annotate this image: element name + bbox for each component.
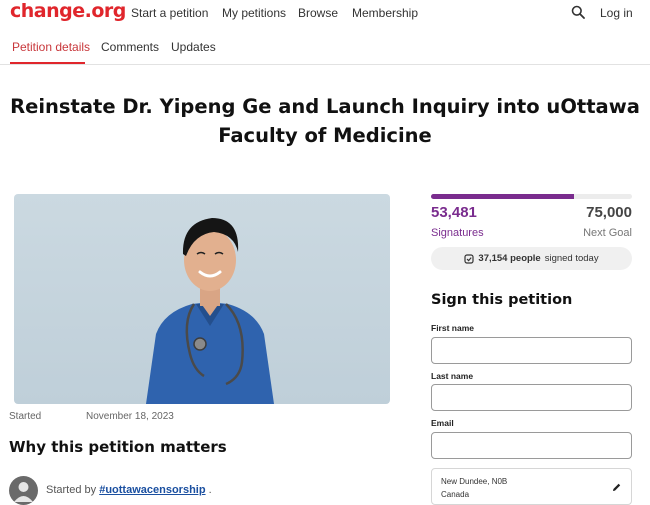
login-link[interactable]: Log in [600,6,633,20]
started-by-suffix: . [208,484,212,496]
avatar [9,476,38,505]
petition-title-line-2: Faculty of Medicine [218,124,432,147]
starter-link[interactable]: #uottawacensorship [99,484,205,496]
email-label: Email [431,418,454,428]
goal-label: Next Goal [583,227,632,239]
nav-my-petitions[interactable]: My petitions [222,6,286,20]
started-by: Started by #uottawacensorship . [46,484,212,496]
location-city: New Dundee, N0B [441,477,508,486]
signature-count: 53,481 [431,204,477,221]
signature-progress-bar [431,194,632,199]
petition-sign-icon [464,253,475,264]
nav-browse[interactable]: Browse [298,6,338,20]
first-name-label: First name [431,323,474,333]
petition-title-line-1: Reinstate Dr. Yipeng Ge and Launch Inqui… [10,95,640,118]
why-heading: Why this petition matters [9,438,227,456]
change-org-logo[interactable]: change.org [10,0,126,22]
signed-today-badge: 37,154 people signed today [431,247,632,270]
signature-progress-fill [431,194,575,199]
petition-tabs: Petition details Comments Updates [0,30,650,65]
first-name-field[interactable] [431,337,632,364]
petition-photo-illustration [146,218,274,404]
started-date: November 18, 2023 [86,411,174,422]
nav-membership[interactable]: Membership [352,6,418,20]
signatures-label: Signatures [431,227,484,239]
tab-updates[interactable]: Updates [171,40,216,54]
petition-title: Reinstate Dr. Yipeng Ge and Launch Inqui… [0,92,650,150]
last-name-label: Last name [431,371,474,381]
today-suffix: signed today [544,253,599,264]
started-by-prefix: Started by [46,484,97,496]
petition-photo [14,194,390,404]
tab-comments[interactable]: Comments [101,40,159,54]
search-icon[interactable] [571,5,585,19]
location-country: Canada [441,490,470,499]
email-field[interactable] [431,432,632,459]
last-name-field[interactable] [431,384,632,411]
sign-petition-heading: Sign this petition [431,292,573,308]
started-label: Started [9,411,42,422]
pencil-edit-icon[interactable] [611,482,622,493]
today-count: 37,154 people [478,253,541,264]
active-tab-indicator [10,62,85,64]
user-silhouette-icon [14,482,33,502]
nav-start-petition[interactable]: Start a petition [131,6,208,20]
location-selector[interactable]: New Dundee, N0B Canada [431,468,632,505]
goal-count: 75,000 [586,204,632,221]
top-navigation-bar: change.org Start a petition My petitions… [0,0,650,28]
tab-petition-details[interactable]: Petition details [12,40,90,54]
